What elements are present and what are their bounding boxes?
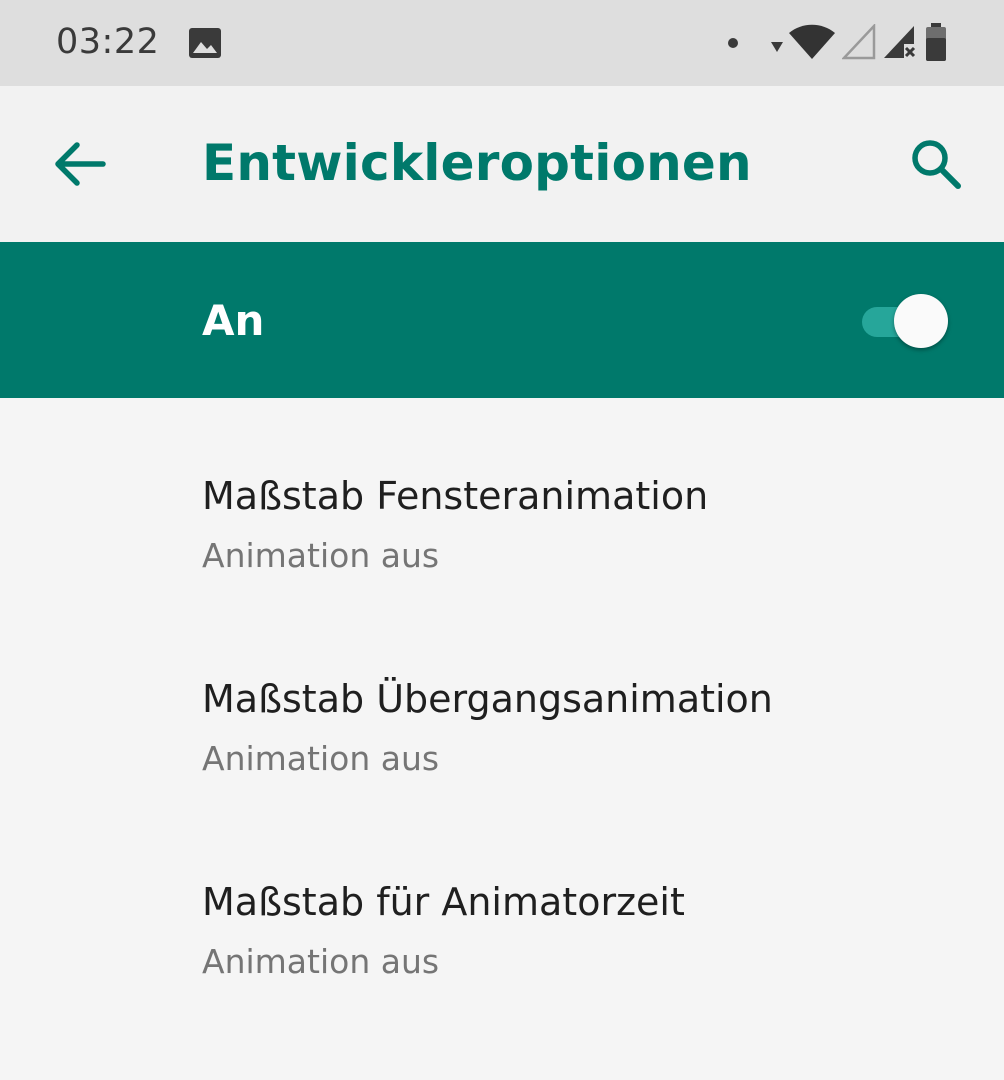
settings-list: Maßstab Fensteranimation Animation aus M… (0, 398, 1004, 1080)
setting-summary: Animation aus (202, 942, 440, 981)
setting-title: Maßstab Übergangsanimation (202, 677, 773, 721)
signal-empty-icon (842, 24, 876, 60)
battery-icon (926, 23, 946, 61)
data-arrow-icon (771, 42, 783, 52)
app-bar: Entwickleroptionen (0, 86, 1004, 242)
setting-title: Maßstab für Animatorzeit (202, 880, 685, 924)
setting-transition-animation-scale[interactable]: Maßstab Übergangsanimation Animation aus (0, 601, 1004, 803)
setting-title: Maßstab Fensteranimation (202, 474, 709, 518)
toggle-thumb (894, 294, 948, 348)
back-button[interactable] (40, 124, 120, 204)
signal-no-service-icon (884, 26, 916, 58)
master-switch-bar[interactable]: An (0, 242, 1004, 398)
arrow-back-icon (55, 142, 106, 186)
status-bar: 03:22 (0, 0, 1004, 86)
dot-notification-icon (728, 38, 738, 48)
image-notification-icon (189, 28, 221, 58)
search-icon (912, 140, 961, 189)
wifi-icon (789, 24, 835, 59)
setting-animator-duration-scale[interactable]: Maßstab für Animatorzeit Animation aus (0, 804, 1004, 1006)
status-time: 03:22 (56, 22, 160, 62)
master-switch-toggle[interactable] (858, 294, 952, 348)
page-title: Entwickleroptionen (202, 134, 752, 192)
search-button[interactable] (896, 124, 976, 204)
setting-summary: Animation aus (202, 536, 440, 575)
master-switch-label: An (202, 296, 265, 345)
screen: 03:22 Entwickleroptionen An Maßstab Fens… (0, 0, 1004, 1080)
setting-summary: Animation aus (202, 739, 440, 778)
setting-window-animation-scale[interactable]: Maßstab Fensteranimation Animation aus (0, 398, 1004, 600)
